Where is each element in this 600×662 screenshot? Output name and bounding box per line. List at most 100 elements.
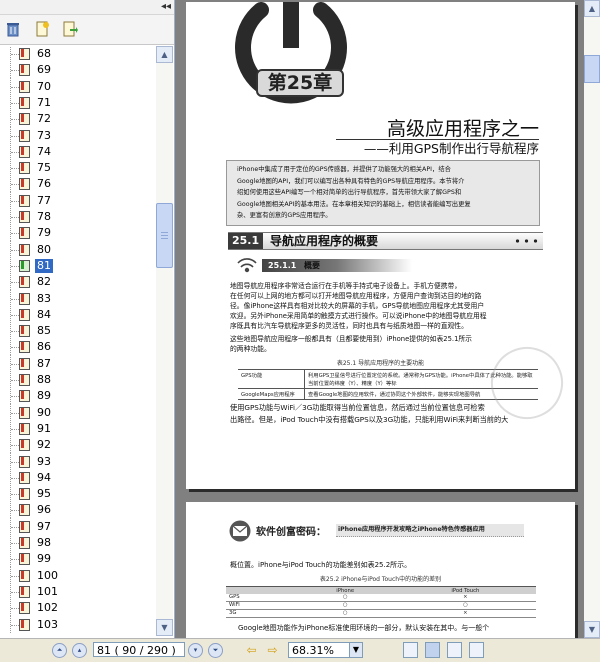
bookmark-icon — [19, 259, 30, 272]
page-bookmark-item[interactable]: 88 — [0, 371, 156, 388]
bookmark-icon — [19, 488, 30, 501]
page-bookmark-item[interactable]: 74 — [0, 142, 156, 160]
text-line: 杂、更富有创意的GPS应用程序。 — [237, 212, 332, 219]
doc-scroll-up-button[interactable]: ▲ — [584, 0, 600, 17]
doc-scroll-thumb[interactable] — [584, 55, 600, 83]
page-number-field[interactable]: 81 ( 90 / 290 ) — [93, 642, 185, 657]
zoom-dropdown-button[interactable]: ▼ — [349, 642, 363, 658]
last-page-button[interactable]: ⏷ — [208, 643, 223, 658]
page-bookmark-item[interactable]: 84 — [0, 305, 156, 323]
page-bookmark-item[interactable]: 73 — [0, 126, 156, 144]
page-bookmark-item[interactable]: 85 — [0, 322, 156, 340]
bookmark-icon — [19, 227, 30, 240]
export-bookmark-icon[interactable] — [62, 21, 78, 37]
page-bookmark-item[interactable]: 98 — [0, 534, 156, 551]
page-bookmark-item[interactable]: 102 — [0, 599, 156, 617]
zoom-field[interactable]: 68.31% — [288, 642, 350, 658]
page-bookmark-item[interactable]: 68 — [0, 46, 156, 62]
page-bookmark-item[interactable]: 91 — [0, 419, 156, 437]
next-page-button[interactable]: ▾ — [188, 643, 203, 658]
page-bookmark-item[interactable]: 77 — [0, 191, 156, 209]
page-bookmark-label: 76 — [37, 177, 51, 191]
scroll-down-button[interactable]: ▼ — [156, 619, 173, 636]
intro-box: iPhone中集成了用于定位的GPS传感器，并提供了功能强大的相关API，结合 G… — [226, 160, 540, 226]
new-bookmark-icon[interactable] — [34, 21, 50, 37]
page-bookmark-item[interactable]: 92 — [0, 436, 156, 454]
paragraph: Google地图功能作为iPhone标准使用环境的一部分，默认安装在其中。与一般… — [238, 624, 490, 632]
page-bookmark-label: 69 — [37, 63, 51, 77]
page-bookmark-label: 80 — [37, 242, 51, 256]
page-bookmark-item[interactable]: 76 — [0, 175, 156, 193]
text-line: Google地图相关API的基本用法。在本章相关知识的基础上，相信读者能编写出更… — [237, 200, 471, 208]
document-view[interactable]: 第25章 高级应用程序之一 ——利用GPS制作出行导航程序 iPhone中集成了… — [175, 0, 584, 638]
page-bookmark-item[interactable]: 71 — [0, 93, 156, 111]
page-bookmark-item[interactable]: 70 — [0, 77, 156, 95]
page-bookmark-item[interactable]: 93 — [0, 452, 156, 470]
facing-view-icon[interactable] — [447, 642, 462, 658]
bookmark-icon — [19, 406, 30, 419]
subsection-number: 25.1.1 — [268, 261, 297, 270]
page-bookmark-label: 93 — [37, 454, 51, 468]
page-bookmark-item[interactable]: 75 — [0, 159, 156, 177]
page-bookmark-label: 82 — [37, 275, 51, 289]
page-bookmark-label: 89 — [37, 389, 51, 403]
page-bookmark-item[interactable]: 103 — [0, 615, 156, 633]
pdf-page: 第25章 高级应用程序之一 ——利用GPS制作出行导航程序 iPhone中集成了… — [186, 2, 575, 489]
page-bookmark-item[interactable]: 101 — [0, 582, 156, 600]
page-bookmark-item[interactable]: 69 — [0, 61, 156, 79]
page-bookmark-item[interactable]: 82 — [0, 273, 156, 291]
page-bookmark-item[interactable]: 96 — [0, 501, 156, 519]
bookmark-icon — [19, 243, 30, 256]
page-bookmark-item[interactable]: 95 — [0, 485, 156, 503]
page-bookmark-item[interactable]: 86 — [0, 338, 156, 356]
delete-icon[interactable] — [5, 21, 21, 37]
previous-page-button[interactable]: ▴ — [72, 643, 87, 658]
text-line: 地图导航应用程序非常适合运行在手机等手持式电子设备上。手机方便携带， — [230, 282, 462, 290]
scroll-up-button[interactable]: ▲ — [156, 46, 173, 63]
bookmark-icon — [19, 520, 30, 533]
page-bookmark-item[interactable]: 90 — [0, 403, 156, 421]
forward-arrow-icon[interactable]: ⇨ — [265, 643, 280, 657]
continuous-view-icon[interactable] — [425, 642, 440, 658]
continuous-facing-view-icon[interactable] — [469, 642, 484, 658]
single-page-view-icon[interactable] — [403, 642, 418, 658]
section-heading-bar: 25.1 导航应用程序的概要 — [228, 232, 543, 250]
page-bookmark-item[interactable]: 72 — [0, 110, 156, 128]
table-cell: WiFi — [226, 601, 296, 610]
page-bookmark-item[interactable]: 83 — [0, 289, 156, 307]
table-cell: ○ — [295, 609, 395, 618]
collapse-panel-button[interactable]: ◂◂ — [161, 1, 171, 12]
page-bookmark-item[interactable]: 100 — [0, 566, 156, 584]
page-bookmark-item[interactable]: 87 — [0, 354, 156, 372]
bookmarks-scrollbar[interactable]: ▲ ▼ — [156, 46, 173, 636]
doc-scroll-down-button[interactable]: ▼ — [584, 621, 600, 638]
secret-label: 软件创富密码： — [256, 527, 326, 538]
table-cell: ○ — [394, 601, 536, 610]
table-header-cell — [226, 586, 296, 594]
back-arrow-icon[interactable]: ⇦ — [244, 643, 259, 657]
bookmark-icon — [19, 113, 30, 126]
bookmarks-panel: ◂◂ 68 69 70 71 72 73 74 75 76 77 78 79 80 81 82 83 84 85 8… — [0, 0, 175, 638]
page-bookmark-item[interactable]: 97 — [0, 517, 156, 535]
page-bookmark-item[interactable]: 78 — [0, 208, 156, 225]
page-bookmark-label: 98 — [37, 536, 51, 549]
text-line: 序既具有比汽车导航程序更多的灵活性，同时也具有与纸质地图一样的直观性。 — [230, 322, 468, 330]
bookmark-icon — [19, 96, 30, 109]
page-bookmark-label: 87 — [37, 356, 51, 370]
page-bookmark-item[interactable]: 80 — [0, 240, 156, 258]
scroll-thumb[interactable] — [156, 203, 173, 268]
page-bookmark-item[interactable]: 99 — [0, 550, 156, 568]
page-bookmark-item[interactable]: 79 — [0, 224, 156, 242]
page-bookmark-item[interactable]: 81 — [0, 256, 156, 274]
table-header-row: iPhone iPod Touch — [226, 586, 536, 594]
page-bookmark-label: 84 — [37, 307, 51, 321]
page-bookmark-item[interactable]: 89 — [0, 387, 156, 405]
page-bookmark-item[interactable]: 94 — [0, 468, 156, 486]
paragraph: 概位置。iPhone与iPod Touch的功能差别如表25.2所示。 — [230, 561, 412, 569]
page-bookmark-label: 103 — [37, 617, 58, 631]
bookmark-icon — [19, 455, 30, 468]
bookmark-icon — [19, 292, 30, 305]
bookmark-icon — [19, 439, 30, 452]
first-page-button[interactable]: ⏶ — [52, 643, 67, 658]
document-scrollbar[interactable]: ▲ ▼ — [584, 0, 600, 638]
